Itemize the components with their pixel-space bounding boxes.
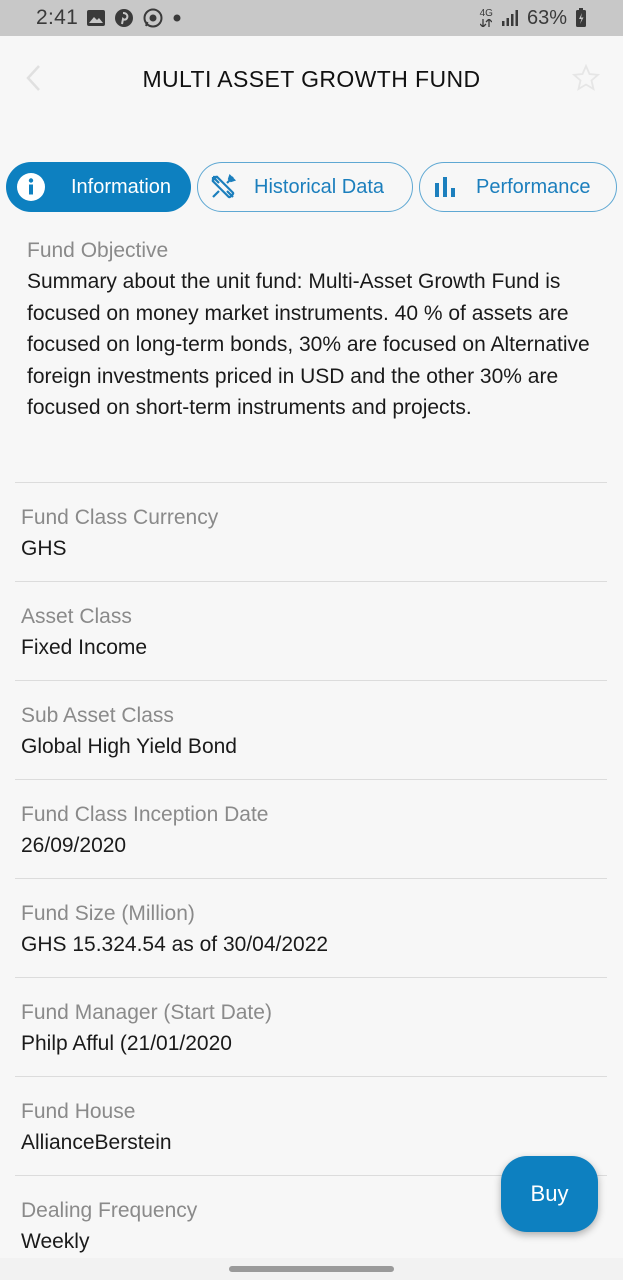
field-label: Asset Class (21, 605, 132, 628)
field-value: GHS 15.324.54 as of 30/04/2022 (21, 933, 329, 956)
tab-historical-data[interactable]: Historical Data (197, 162, 413, 212)
fund-details-list: Fund Class Currency GHS Asset Class Fixe… (15, 482, 607, 1274)
field-label: Fund House (21, 1100, 136, 1123)
crossed-tools-icon (209, 173, 237, 201)
fund-objective-section: Fund Objective Summary about the unit fu… (27, 236, 597, 424)
field-value: GHS (21, 537, 67, 560)
back-button[interactable] (18, 62, 48, 98)
tab-information-label: Information (71, 175, 172, 198)
field-fund-class-currency: Fund Class Currency GHS (15, 482, 607, 581)
home-indicator[interactable] (229, 1266, 394, 1272)
fund-objective-label: Fund Objective (27, 239, 169, 262)
battery-percent: 63% (526, 6, 567, 29)
tab-bar: Information Historical Data Performance (6, 162, 618, 214)
field-label: Fund Class Currency (21, 506, 219, 529)
info-icon (16, 172, 46, 202)
field-asset-class: Asset Class Fixed Income (15, 581, 607, 680)
status-time: 2:41 (36, 6, 79, 29)
field-value: Philp Afful (21/01/2020 (21, 1032, 232, 1055)
field-fund-size: Fund Size (Million) GHS 15.324.54 as of … (15, 878, 607, 977)
field-label: Fund Size (Million) (21, 902, 195, 925)
field-value: 26/09/2020 (21, 834, 127, 857)
network-type: 4G (480, 9, 493, 27)
tab-performance[interactable]: Performance (419, 162, 617, 212)
system-nav-bar (0, 1258, 623, 1280)
tab-information[interactable]: Information (6, 162, 191, 212)
whatsapp-icon (142, 7, 164, 29)
field-label: Fund Manager (Start Date) (21, 1001, 272, 1024)
field-fund-manager: Fund Manager (Start Date) Philp Afful (2… (15, 977, 607, 1076)
field-value: AllianceBerstein (21, 1131, 172, 1154)
bar-chart-icon (434, 175, 458, 199)
dot-icon (172, 13, 182, 23)
pinterest-icon (114, 8, 134, 28)
network-label: 4G (479, 8, 493, 19)
field-value: Fixed Income (21, 636, 148, 659)
star-outline-icon (571, 63, 601, 97)
app-header: MULTI ASSET GROWTH FUND (0, 36, 623, 124)
buy-button[interactable]: Buy (501, 1156, 598, 1232)
field-label: Sub Asset Class (21, 704, 174, 727)
field-inception-date: Fund Class Inception Date 26/09/2020 (15, 779, 607, 878)
tab-performance-label: Performance (476, 175, 591, 198)
status-bar: 2:41 4G 63% (0, 0, 623, 36)
field-sub-asset-class: Sub Asset Class Global High Yield Bond (15, 680, 607, 779)
status-left: 2:41 (36, 6, 182, 30)
battery-icon (575, 8, 587, 28)
favorite-button[interactable] (571, 62, 601, 98)
tab-historical-data-label: Historical Data (254, 175, 385, 198)
gallery-icon (86, 9, 106, 27)
page-title: MULTI ASSET GROWTH FUND (142, 66, 481, 92)
field-label: Fund Class Inception Date (21, 803, 269, 826)
fund-objective-text: Summary about the unit fund: Multi-Asset… (27, 270, 590, 419)
signal-icon (501, 9, 519, 27)
field-value: Global High Yield Bond (21, 735, 237, 758)
chevron-left-icon (24, 63, 42, 98)
status-right: 4G 63% (480, 7, 587, 30)
